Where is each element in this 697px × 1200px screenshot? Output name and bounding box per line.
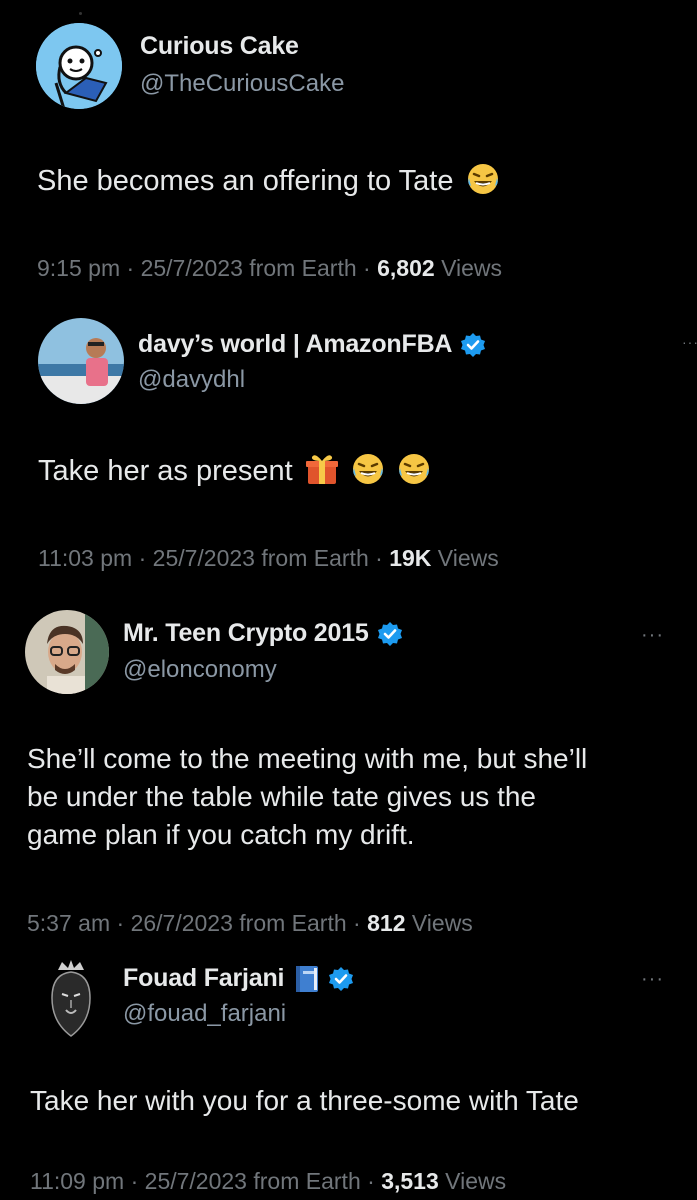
avatar[interactable] bbox=[28, 956, 114, 1042]
more-options-icon[interactable]: ··· bbox=[641, 968, 664, 991]
avatar-photo-icon bbox=[38, 318, 124, 404]
views-count[interactable]: 3,513 bbox=[381, 1168, 439, 1194]
tweet-text: Take her with you for a three-some with … bbox=[30, 1082, 579, 1120]
name-line: Curious Cake bbox=[140, 32, 299, 61]
gift-emoji-icon bbox=[305, 452, 339, 486]
more-options-icon[interactable]: ··· bbox=[682, 334, 697, 350]
display-name[interactable]: Mr. Teen Crypto 2015 bbox=[123, 619, 369, 648]
avatar[interactable] bbox=[38, 318, 124, 404]
tweet-text-line: be under the table while tate gives us t… bbox=[27, 781, 537, 812]
separator: · bbox=[126, 255, 135, 281]
views-label: Views bbox=[445, 1168, 507, 1194]
tweet-text-line: game plan if you catch my drift. bbox=[27, 819, 415, 850]
verified-badge-icon bbox=[460, 332, 486, 358]
tweet-text: Take her as present bbox=[38, 452, 431, 490]
source: from Earth bbox=[253, 1168, 361, 1194]
display-name[interactable]: Fouad Farjani bbox=[123, 964, 285, 993]
verified-badge-icon bbox=[328, 966, 354, 992]
laughing-crying-emoji-icon bbox=[466, 162, 500, 196]
views-count[interactable]: 812 bbox=[367, 910, 405, 936]
timestamp[interactable]: 11:03 pm bbox=[38, 545, 132, 571]
display-name[interactable]: Curious Cake bbox=[140, 32, 299, 61]
handle[interactable]: @TheCuriousCake bbox=[140, 70, 344, 98]
tweet-meta: 5:37 am · 26/7/2023 from Earth · 812 Vie… bbox=[27, 910, 473, 937]
avatar[interactable] bbox=[36, 23, 122, 109]
tweet-text: She becomes an offering to Tate bbox=[37, 162, 500, 200]
date[interactable]: 25/7/2023 bbox=[145, 1168, 247, 1194]
separator: · bbox=[138, 545, 147, 571]
tweet-text-line: She’ll come to the meeting with me, but … bbox=[27, 743, 588, 774]
avatar-cartoon-icon bbox=[36, 23, 122, 109]
verified-badge-icon bbox=[377, 621, 403, 647]
tweet-2[interactable]: davy’s world | AmazonFBA @davydhl ··· Ta… bbox=[0, 300, 697, 590]
timestamp[interactable]: 9:15 pm bbox=[37, 255, 120, 281]
name-line: Fouad Farjani bbox=[123, 964, 354, 993]
tweet-text-content: Take her with you for a three-some with … bbox=[30, 1085, 579, 1116]
timestamp[interactable]: 5:37 am bbox=[27, 910, 110, 936]
tweet-meta: 11:09 pm · 25/7/2023 from Earth · 3,513 … bbox=[30, 1168, 506, 1195]
more-options-icon[interactable]: ··· bbox=[641, 624, 664, 647]
separator: · bbox=[353, 910, 361, 936]
tweet-3[interactable]: Mr. Teen Crypto 2015 @elonconomy ··· She… bbox=[0, 590, 697, 950]
views-label: Views bbox=[411, 910, 473, 936]
views-count[interactable]: 6,802 bbox=[377, 255, 435, 281]
tweet-text-content: She becomes an offering to Tate bbox=[37, 165, 454, 197]
laughing-crying-emoji-icon bbox=[351, 452, 385, 486]
source: from Earth bbox=[261, 545, 369, 571]
tweet-text: She’ll come to the meeting with me, but … bbox=[27, 740, 677, 854]
source: from Earth bbox=[249, 255, 357, 281]
separator: · bbox=[130, 1168, 139, 1194]
separator: · bbox=[367, 1168, 375, 1194]
date[interactable]: 26/7/2023 bbox=[131, 910, 233, 936]
laughing-crying-emoji-icon bbox=[397, 452, 431, 486]
source: from Earth bbox=[239, 910, 347, 936]
blue-book-emoji-icon bbox=[294, 965, 320, 993]
lion-logo-icon bbox=[28, 956, 114, 1042]
views-label: Views bbox=[441, 255, 502, 281]
display-name[interactable]: davy’s world | AmazonFBA bbox=[138, 330, 452, 359]
tweet-text-content: Take her as present bbox=[38, 455, 293, 487]
timestamp[interactable]: 11:09 pm bbox=[30, 1168, 124, 1194]
avatar[interactable] bbox=[25, 610, 109, 694]
avatar-photo-icon bbox=[25, 610, 109, 694]
thread-connector bbox=[79, 12, 82, 15]
tweet-meta: 11:03 pm · 25/7/2023 from Earth · 19K Vi… bbox=[38, 545, 499, 572]
views-label: Views bbox=[437, 545, 499, 571]
tweet-1[interactable]: Curious Cake @TheCuriousCake She becomes… bbox=[0, 0, 697, 300]
date[interactable]: 25/7/2023 bbox=[153, 545, 255, 571]
handle[interactable]: @fouad_farjani bbox=[123, 1000, 286, 1028]
separator: · bbox=[363, 255, 371, 281]
handle[interactable]: @elonconomy bbox=[123, 656, 277, 684]
date[interactable]: 25/7/2023 bbox=[141, 255, 243, 281]
tweet-meta: 9:15 pm · 25/7/2023 from Earth · 6,802 V… bbox=[37, 255, 502, 282]
views-count[interactable]: 19K bbox=[389, 545, 431, 571]
name-line: Mr. Teen Crypto 2015 bbox=[123, 619, 403, 648]
handle[interactable]: @davydhl bbox=[138, 366, 245, 394]
tweet-4[interactable]: Fouad Farjani @fouad_farjani ··· Take he… bbox=[0, 950, 697, 1200]
name-line: davy’s world | AmazonFBA bbox=[138, 330, 486, 359]
separator: · bbox=[375, 545, 383, 571]
separator: · bbox=[116, 910, 125, 936]
